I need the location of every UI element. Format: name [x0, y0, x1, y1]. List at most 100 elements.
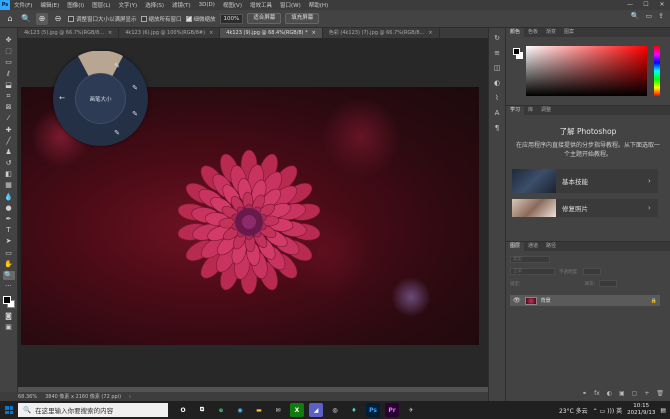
history-icon[interactable]: ↻	[494, 34, 500, 42]
clone-stamp-tool-icon[interactable]: ♟	[3, 148, 15, 157]
brush-tool-icon[interactable]: ╱	[3, 137, 15, 146]
start-button[interactable]	[0, 401, 18, 419]
quick-mask-icon[interactable]: ◙	[3, 312, 15, 321]
menu-edit[interactable]: 编辑(E)	[36, 1, 63, 9]
adjustments-icon[interactable]: ◫	[494, 64, 501, 72]
group-icon[interactable]: ▢	[632, 390, 638, 397]
pen-tool-icon[interactable]: ✒	[3, 215, 15, 224]
share-icon[interactable]: ⇪	[658, 12, 664, 20]
close-tab-icon[interactable]: ×	[108, 28, 112, 38]
new-layer-icon[interactable]: +	[644, 390, 649, 397]
cortana-icon[interactable]: O	[176, 403, 190, 417]
home-icon[interactable]: ⌂	[4, 13, 16, 25]
zoom-value-field[interactable]: 100%	[219, 13, 244, 24]
app-icon[interactable]: ✈	[404, 403, 418, 417]
close-tab-icon[interactable]: ×	[312, 28, 316, 38]
link-icon[interactable]: ⚭	[582, 390, 587, 397]
menu-view[interactable]: 视图(V)	[219, 1, 246, 9]
premiere-icon[interactable]: Pr	[385, 403, 399, 417]
close-tab-icon[interactable]: ×	[428, 28, 432, 38]
type-tool-icon[interactable]: T	[3, 226, 15, 235]
menu-plugins[interactable]: 增效工具	[246, 1, 276, 9]
mail-icon[interactable]: ✉	[271, 403, 285, 417]
status-menu-arrow[interactable]: ›	[129, 394, 131, 400]
zoom-out-icon[interactable]: ⊖	[52, 13, 64, 25]
menu-help[interactable]: 帮助(H)	[305, 1, 332, 9]
artboard-tool-icon[interactable]: ⬚	[3, 47, 15, 56]
tab-adjustments[interactable]: 调整	[537, 106, 555, 115]
notification-icon[interactable]: ▤	[660, 407, 666, 414]
photoshop-icon[interactable]: Ps	[366, 403, 380, 417]
channels-icon[interactable]: ◐	[494, 79, 500, 87]
foreground-color-swatch[interactable]	[2, 296, 11, 305]
weather-widget[interactable]: 23°C 多云	[559, 406, 588, 415]
screen-mode-icon[interactable]: ▣	[3, 323, 15, 332]
tab-channels[interactable]: 通道	[524, 242, 542, 251]
healing-brush-tool-icon[interactable]: ✚	[3, 126, 15, 135]
character-icon[interactable]: A	[495, 109, 500, 117]
menu-image[interactable]: 图像(I)	[63, 1, 88, 9]
zoom-all-checkbox[interactable]: 缩放所有窗口	[140, 15, 182, 23]
brush-option-icon[interactable]: ✎	[130, 83, 140, 93]
back-arrow-icon[interactable]: ←	[57, 93, 67, 103]
properties-icon[interactable]: ≡	[494, 49, 500, 57]
tab-paths[interactable]: 路径	[542, 242, 560, 251]
learn-card-fix-photo[interactable]: 修复照片 ›	[512, 199, 658, 217]
doc-tab[interactable]: 4k123 (6).jpg @ 100%(RGB/8#) ×	[119, 28, 221, 38]
dodge-tool-icon[interactable]: ●	[3, 204, 15, 213]
paragraph-icon[interactable]: ¶	[495, 124, 499, 132]
app-icon[interactable]: ♦	[347, 403, 361, 417]
task-view-icon[interactable]: ⧉	[195, 403, 209, 417]
object-select-tool-icon[interactable]: ⬓	[3, 81, 15, 90]
tab-color[interactable]: 颜色	[506, 28, 525, 37]
more-tools-icon[interactable]: ···	[3, 282, 15, 291]
rectangle-tool-icon[interactable]: ▭	[3, 249, 15, 258]
app-icon[interactable]: ◢	[309, 403, 323, 417]
doc-tab-active[interactable]: 4k123 (9).jpg @ 68.4%(RGB/8) * ×	[220, 28, 323, 38]
tab-layers[interactable]: 图层	[506, 242, 525, 251]
lasso-tool-icon[interactable]: ℓ	[3, 70, 15, 79]
color-swatches[interactable]	[2, 295, 16, 309]
eraser-tool-icon[interactable]: ◧	[3, 170, 15, 179]
paths-icon[interactable]: ⌇	[495, 94, 498, 102]
menu-3d[interactable]: 3D(D)	[195, 2, 219, 8]
doc-tab[interactable]: 4k123 (5).jpg @ 66.7%(RGB/8... ×	[18, 28, 120, 38]
fill-field[interactable]	[599, 280, 618, 287]
app-icon[interactable]: ◎	[328, 403, 342, 417]
menu-filter[interactable]: 滤镜(T)	[168, 1, 195, 9]
opacity-field[interactable]	[582, 268, 601, 275]
hand-tool-icon[interactable]: ✋	[3, 260, 15, 269]
menu-window[interactable]: 窗口(W)	[276, 1, 305, 9]
radial-brush-menu[interactable]: ← ✎ ✎ ✎ ✎ 画笔大小	[53, 51, 148, 146]
adjustment-layer-icon[interactable]: ▣	[619, 390, 625, 397]
brush-option-icon[interactable]: ✎	[112, 61, 122, 71]
clock[interactable]: 10:15 2021/9/13	[627, 403, 655, 417]
scrubby-zoom-checkbox[interactable]: ✓ 细微缩放	[185, 15, 216, 23]
tab-libraries[interactable]: 库	[524, 106, 537, 115]
tab-swatches[interactable]: 色板	[524, 28, 542, 37]
eyedropper-tool-icon[interactable]: ⁄	[3, 114, 15, 123]
workspace-icon[interactable]: ▭	[646, 12, 653, 20]
zoom-level[interactable]: 68.36%	[18, 394, 37, 400]
blur-tool-icon[interactable]: 💧	[3, 193, 15, 202]
layer-row-background[interactable]: 👁 背景 🔒	[510, 295, 660, 306]
layer-kind-filter[interactable]: 类型	[510, 256, 550, 263]
fx-icon[interactable]: fx	[594, 390, 600, 397]
zoom-tool-preset-icon[interactable]: 🔍	[20, 13, 32, 25]
hue-slider[interactable]	[654, 46, 660, 96]
mask-icon[interactable]: ◐	[607, 390, 612, 397]
chrome-icon[interactable]: ◉	[233, 403, 247, 417]
zoom-in-icon[interactable]: ⊕	[36, 12, 48, 25]
fit-screen-button[interactable]: 适合屏幕	[247, 13, 282, 24]
blend-mode-select[interactable]: 正常	[510, 268, 555, 275]
move-tool-icon[interactable]: ✥	[3, 36, 15, 45]
menu-select[interactable]: 选择(S)	[141, 1, 168, 9]
xbox-icon[interactable]: X	[290, 403, 304, 417]
menu-type[interactable]: 文字(Y)	[115, 1, 142, 9]
zoom-tool-icon[interactable]: 🔍	[2, 270, 15, 280]
tab-patterns[interactable]: 图案	[560, 28, 578, 37]
tab-learn[interactable]: 学习	[506, 106, 525, 115]
canvas-area[interactable]: ← ✎ ✎ ✎ ✎ 画笔大小	[18, 38, 488, 387]
history-brush-tool-icon[interactable]: ↺	[3, 159, 15, 168]
minimize-button[interactable]: —	[622, 0, 638, 10]
